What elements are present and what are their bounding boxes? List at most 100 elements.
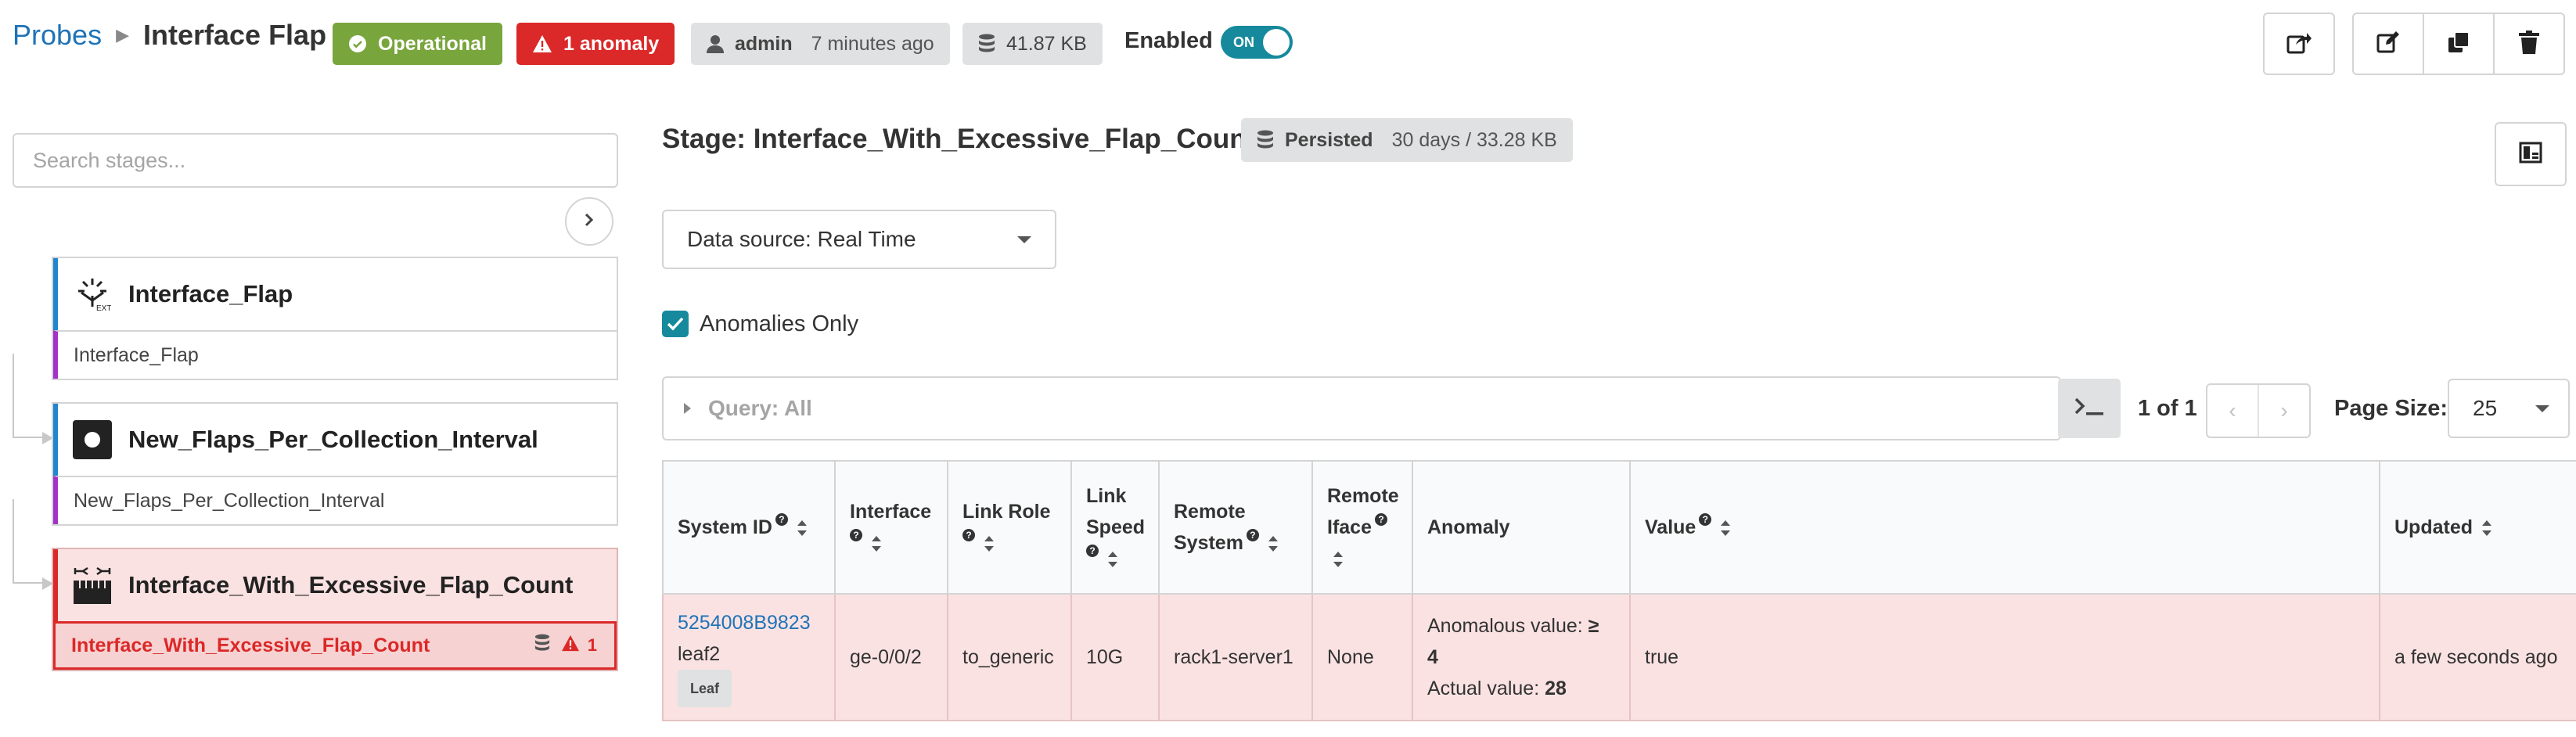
sort-icon[interactable] [1333, 552, 1343, 568]
cell-remote-iface: None [1311, 593, 1413, 721]
table-row: 5254008B9823 leaf2 Leaf ge-0/0/2 to_gene… [662, 593, 2576, 721]
persisted-badge: Persisted 30 days / 33.28 KB [1241, 118, 1573, 162]
user-name: admin [735, 32, 793, 55]
col-interface[interactable]: Interface ? [834, 460, 948, 595]
stage-header[interactable]: Interface_With_Excessive_Flap_Count [53, 549, 617, 621]
anomalies-only-checkbox[interactable] [662, 311, 689, 337]
system-id-link[interactable]: 5254008B9823 [678, 612, 811, 634]
sort-icon[interactable] [1721, 520, 1731, 537]
next-page-button[interactable]: › [2258, 385, 2309, 437]
stage-card-interface-flap[interactable]: EXT Interface_Flap Interface_Flap [52, 257, 618, 380]
col-remote-iface-label-line2: Iface [1327, 516, 1372, 538]
stage-output-label: Interface_Flap [74, 343, 199, 366]
col-system-id[interactable]: System ID? [662, 460, 836, 595]
help-icon[interactable]: ? [850, 529, 862, 541]
stage-card-new-flaps[interactable]: New_Flaps_Per_Collection_Interval New_Fl… [52, 402, 618, 526]
stage-output[interactable]: New_Flaps_Per_Collection_Interval [53, 476, 617, 524]
stage-output[interactable]: Interface_With_Excessive_Flap_Count 1 [53, 621, 617, 670]
edit-icon [2376, 31, 2400, 58]
col-anomaly-label: Anomaly [1427, 516, 1510, 538]
stage-output-indicators: 1 [534, 634, 597, 657]
sort-icon[interactable] [797, 520, 807, 537]
chevron-left-icon: ‹ [2229, 398, 2236, 422]
expand-sidebar-button[interactable] [565, 197, 613, 246]
size-badge: 41.87 KB [962, 23, 1103, 65]
pagination-text: 1 of 1 [2138, 396, 2197, 421]
user-icon [707, 34, 724, 53]
sort-icon[interactable] [1268, 536, 1278, 552]
anomaly-badge-label: 1 anomaly [563, 32, 660, 55]
share-icon [2286, 31, 2312, 58]
sort-icon[interactable] [1108, 552, 1117, 568]
warning-icon [561, 635, 580, 656]
col-remote-system-label-line2: System [1174, 532, 1243, 554]
col-remote-iface[interactable]: Remote Iface? [1311, 460, 1413, 595]
col-value-label: Value [1645, 516, 1696, 538]
table-header-row: System ID? Interface ? Link Role ? Link … [662, 460, 2576, 595]
record-icon [72, 419, 113, 460]
query-console-button[interactable] [2058, 379, 2121, 438]
help-icon[interactable]: ? [1374, 513, 1387, 526]
stage-output-label: Interface_With_Excessive_Flap_Count [71, 634, 430, 656]
search-stages-input[interactable] [13, 133, 618, 188]
help-icon[interactable]: ? [1699, 513, 1712, 526]
trash-icon [2519, 30, 2539, 58]
prev-page-button[interactable]: ‹ [2207, 385, 2258, 437]
col-value[interactable]: Value? [1629, 460, 2380, 595]
data-source-dropdown[interactable]: Data source: Real Time [662, 210, 1056, 269]
col-remote-iface-label-line1: Remote [1327, 485, 1399, 507]
stage-header[interactable]: EXT Interface_Flap [53, 258, 617, 330]
persisted-detail: 30 days / 33.28 KB [1391, 128, 1557, 151]
page-title: Interface Flap [143, 19, 327, 51]
anomaly-badge[interactable]: 1 anomaly [516, 23, 675, 65]
anomalous-value-label: Anomalous value: [1427, 615, 1583, 637]
chevron-right-icon: › [2280, 398, 2288, 422]
col-link-role[interactable]: Link Role ? [947, 460, 1072, 595]
page-size-label: Page Size: [2334, 396, 2448, 421]
persisted-label: Persisted [1285, 128, 1373, 151]
col-link-speed-label-line1: Link [1086, 485, 1127, 507]
page-size-dropdown[interactable]: 25 [2448, 379, 2570, 438]
status-badge-label: Operational [378, 32, 487, 55]
clone-icon [2447, 31, 2470, 58]
database-icon [978, 34, 995, 54]
col-remote-system-label-line1: Remote [1174, 501, 1246, 523]
delete-button[interactable] [2493, 13, 2565, 75]
layout-icon [2519, 142, 2542, 167]
help-icon[interactable]: ? [775, 513, 788, 526]
svg-text:EXT: EXT [96, 304, 111, 313]
stage-header[interactable]: New_Flaps_Per_Collection_Interval [53, 404, 617, 476]
caret-down-icon [1017, 235, 1031, 243]
stage-output[interactable]: Interface_Flap [53, 330, 617, 379]
database-icon [534, 634, 550, 657]
data-table: System ID? Interface ? Link Role ? Link … [662, 460, 2576, 721]
clone-button[interactable] [2423, 13, 2495, 75]
sort-icon[interactable] [984, 536, 994, 552]
cell-anomaly: Anomalous value: ≥ 4 Actual value: 28 [1412, 593, 1631, 721]
help-icon[interactable]: ? [1086, 545, 1099, 557]
sort-icon[interactable] [872, 536, 881, 552]
caret-down-icon [2535, 404, 2549, 412]
sort-icon[interactable] [2482, 520, 2491, 537]
database-icon [1257, 130, 1274, 150]
share-button[interactable] [2263, 13, 2335, 75]
role-tag: Leaf [678, 670, 732, 707]
layout-toggle-button[interactable] [2495, 122, 2567, 186]
col-link-speed[interactable]: Link Speed ? [1070, 460, 1160, 595]
edit-button[interactable] [2352, 13, 2424, 75]
toggle-label: ON [1233, 34, 1254, 50]
data-table-wrapper: System ID? Interface ? Link Role ? Link … [662, 460, 2576, 721]
enabled-toggle[interactable]: ON [1221, 26, 1293, 59]
data-source-value: Data source: Real Time [687, 227, 916, 251]
help-icon[interactable]: ? [1246, 529, 1259, 541]
anomalies-only-option[interactable]: Anomalies Only [662, 311, 858, 337]
breadcrumb-probes-link[interactable]: Probes [13, 19, 102, 52]
col-remote-system[interactable]: Remote System? [1158, 460, 1313, 595]
stage-card-excessive-flap-count[interactable]: Interface_With_Excessive_Flap_Count Inte… [52, 548, 618, 671]
terminal-icon [2074, 397, 2105, 421]
col-updated[interactable]: Updated [2379, 460, 2576, 595]
help-icon[interactable]: ? [962, 529, 975, 541]
query-bar[interactable]: Query: All [662, 376, 2061, 440]
stage-output-label: New_Flaps_Per_Collection_Interval [74, 489, 385, 512]
query-text: Query: All [708, 396, 812, 420]
